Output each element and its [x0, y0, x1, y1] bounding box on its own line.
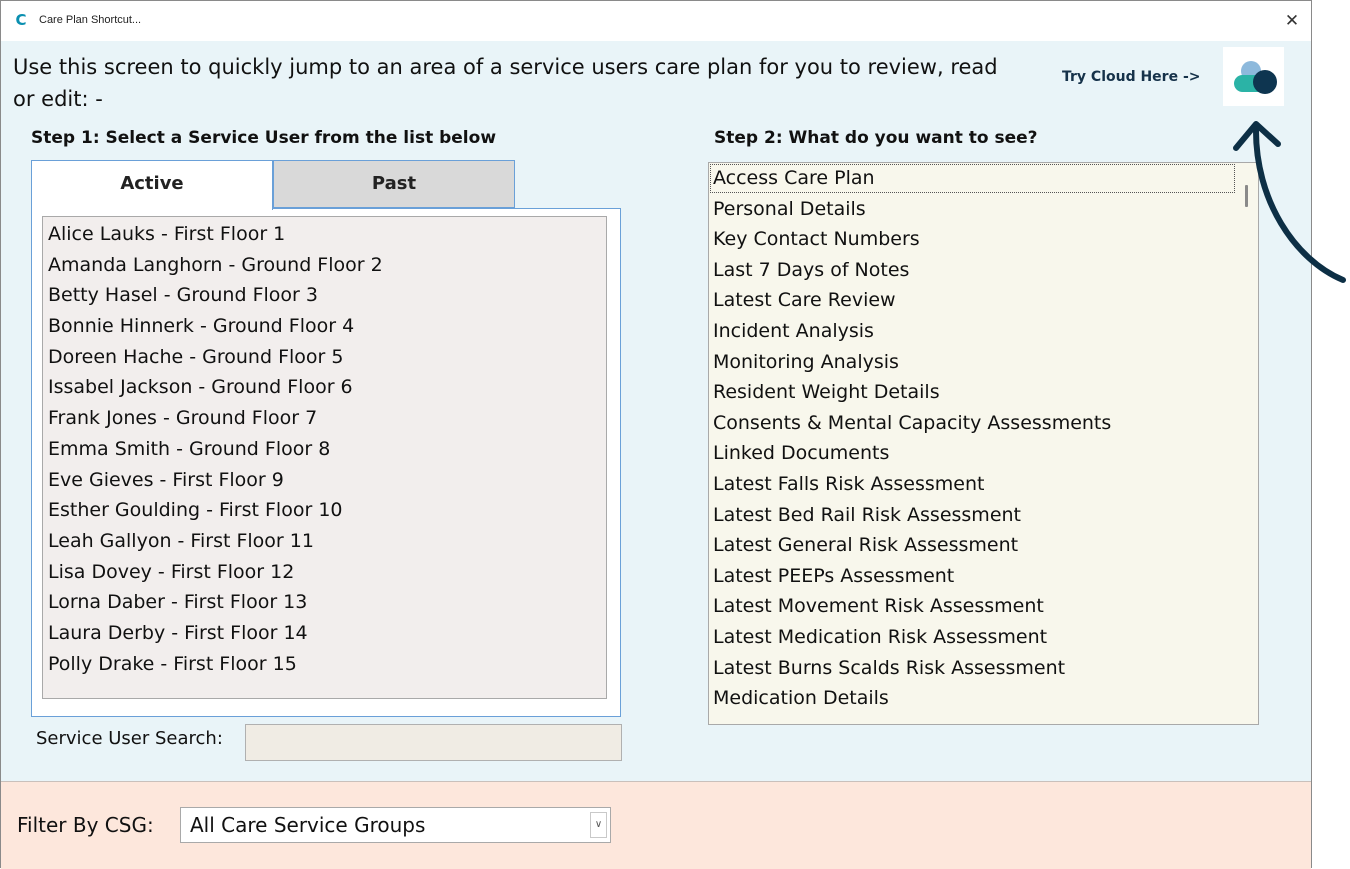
list-item[interactable]: Latest PEEPs Assessment	[709, 561, 1258, 592]
list-item[interactable]: Emma Smith - Ground Floor 8	[43, 434, 606, 465]
service-user-list[interactable]: Alice Lauks - First Floor 1 Amanda Langh…	[42, 216, 607, 699]
title-bar: C Care Plan Shortcut... ✕	[1, 1, 1311, 41]
service-user-search-input[interactable]	[245, 724, 622, 761]
care-c-logo-icon: C	[15, 11, 27, 29]
list-item[interactable]: Polly Drake - First Floor 15	[43, 649, 606, 680]
cloud-logo-button[interactable]	[1223, 47, 1284, 106]
list-item[interactable]: Latest Care Review	[709, 285, 1258, 316]
list-item[interactable]: Latest General Risk Assessment	[709, 530, 1258, 561]
list-item[interactable]: Resident Weight Details	[709, 377, 1258, 408]
tab-active[interactable]: Active	[31, 160, 273, 210]
step1-title: Step 1: Select a Service User from the l…	[31, 128, 497, 148]
tab-past[interactable]: Past	[273, 160, 515, 208]
filter-selected-value: All Care Service Groups	[190, 813, 426, 837]
footer-filter-bar: Filter By CSG: All Care Service Groups ∨	[1, 781, 1311, 869]
window-title: Care Plan Shortcut...	[39, 14, 142, 26]
cloud-logo-icon	[1234, 61, 1277, 94]
list-item[interactable]: Personal Details	[709, 194, 1258, 225]
annotation-arrow-icon	[1233, 121, 1346, 283]
try-cloud-link[interactable]: Try Cloud Here ->	[1062, 69, 1201, 85]
list-item[interactable]: Monitoring Analysis	[709, 347, 1258, 378]
list-item[interactable]: Incident Analysis	[709, 316, 1258, 347]
list-item[interactable]: Betty Hasel - Ground Floor 3	[43, 280, 606, 311]
list-item[interactable]: Esther Goulding - First Floor 10	[43, 495, 606, 526]
list-item[interactable]: Frank Jones - Ground Floor 7	[43, 403, 606, 434]
list-item[interactable]: Linked Documents	[709, 438, 1258, 469]
list-item[interactable]: Doreen Hache - Ground Floor 5	[43, 342, 606, 373]
list-item[interactable]: Latest Burns Scalds Risk Assessment	[709, 653, 1258, 684]
list-item[interactable]: Medication Details	[709, 683, 1258, 714]
list-item[interactable]: Consents & Mental Capacity Assessments	[709, 408, 1258, 439]
close-icon[interactable]: ✕	[1277, 7, 1307, 35]
list-item[interactable]: Bonnie Hinnerk - Ground Floor 4	[43, 311, 606, 342]
care-plan-shortcut-window: C Care Plan Shortcut... ✕ Use this scree…	[0, 0, 1312, 869]
list-item[interactable]: Alice Lauks - First Floor 1	[43, 219, 606, 250]
list-item[interactable]: Leah Gallyon - First Floor 11	[43, 526, 606, 557]
list-item[interactable]: Amanda Langhorn - Ground Floor 2	[43, 250, 606, 281]
list-item[interactable]: Lorna Daber - First Floor 13	[43, 587, 606, 618]
list-item[interactable]: Access Care Plan	[709, 163, 1236, 194]
list-item[interactable]: Laura Derby - First Floor 14	[43, 618, 606, 649]
care-plan-section-list[interactable]: Access Care Plan Personal Details Key Co…	[708, 162, 1259, 725]
list-item[interactable]: Latest Bed Rail Risk Assessment	[709, 500, 1258, 531]
csg-filter-select[interactable]: All Care Service Groups ∨	[180, 807, 611, 843]
search-label: Service User Search:	[36, 728, 223, 749]
list-item[interactable]: Eve Gieves - First Floor 9	[43, 465, 606, 496]
chevron-down-icon[interactable]: ∨	[590, 812, 607, 838]
list-item[interactable]: Key Contact Numbers	[709, 224, 1258, 255]
step2-title: Step 2: What do you want to see?	[714, 128, 1038, 148]
list-item[interactable]: Lisa Dovey - First Floor 12	[43, 557, 606, 588]
list-item[interactable]: Latest Falls Risk Assessment	[709, 469, 1258, 500]
filter-label: Filter By CSG:	[17, 813, 154, 837]
list-item[interactable]: Latest Medication Risk Assessment	[709, 622, 1258, 653]
list-item[interactable]: Latest Movement Risk Assessment	[709, 591, 1258, 622]
intro-text: Use this screen to quickly jump to an ar…	[13, 55, 998, 111]
list-item[interactable]: Last 7 Days of Notes	[709, 255, 1258, 286]
list-item[interactable]: Issabel Jackson - Ground Floor 6	[43, 372, 606, 403]
